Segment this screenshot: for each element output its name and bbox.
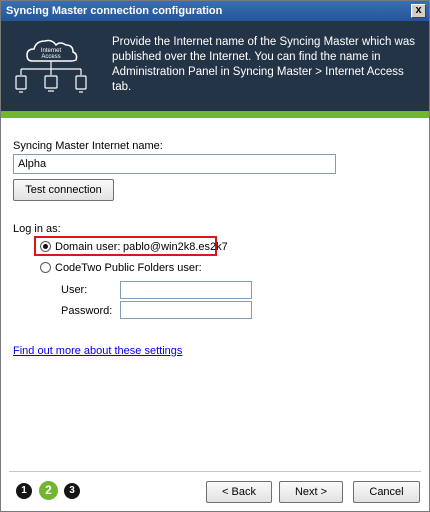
step-3-indicator: 3	[64, 483, 80, 499]
password-input[interactable]	[120, 301, 252, 319]
internet-name-input[interactable]	[13, 154, 336, 174]
cancel-button[interactable]: Cancel	[353, 481, 420, 503]
internet-access-icon: Internet Access	[15, 39, 87, 93]
public-folders-user-radio[interactable]	[40, 262, 51, 273]
user-input[interactable]	[120, 281, 252, 299]
public-folders-user-label[interactable]: CodeTwo Public Folders user:	[55, 262, 202, 274]
back-button[interactable]: < Back	[206, 481, 272, 503]
step-2-indicator: 2	[39, 481, 58, 500]
title-bar[interactable]: Syncing Master connection configuration …	[1, 1, 429, 21]
footer-divider	[9, 471, 421, 472]
domain-user-radio[interactable]	[40, 241, 51, 252]
help-link[interactable]: Find out more about these settings	[13, 345, 182, 357]
internet-name-label: Syncing Master Internet name:	[13, 140, 163, 152]
domain-user-value: pablo@win2k8.es2k7	[123, 241, 228, 253]
close-button[interactable]: x	[411, 4, 426, 18]
accent-bar	[1, 111, 429, 118]
test-connection-button[interactable]: Test connection	[13, 179, 114, 201]
header-description: Provide the Internet name of the Syncing…	[112, 36, 415, 93]
login-as-label: Log in as:	[13, 223, 61, 235]
next-button[interactable]: Next >	[279, 481, 343, 503]
dialog-window: Syncing Master connection configuration …	[0, 0, 430, 512]
step-1-indicator: 1	[16, 483, 32, 499]
header-banner: Internet Access Provide the Internet nam…	[1, 21, 429, 111]
user-label: User:	[61, 284, 88, 296]
password-label: Password:	[61, 305, 113, 317]
icon-label-access: Access	[41, 54, 60, 60]
domain-user-label[interactable]: Domain user:	[55, 241, 120, 253]
window-title: Syncing Master connection configuration	[6, 5, 223, 17]
